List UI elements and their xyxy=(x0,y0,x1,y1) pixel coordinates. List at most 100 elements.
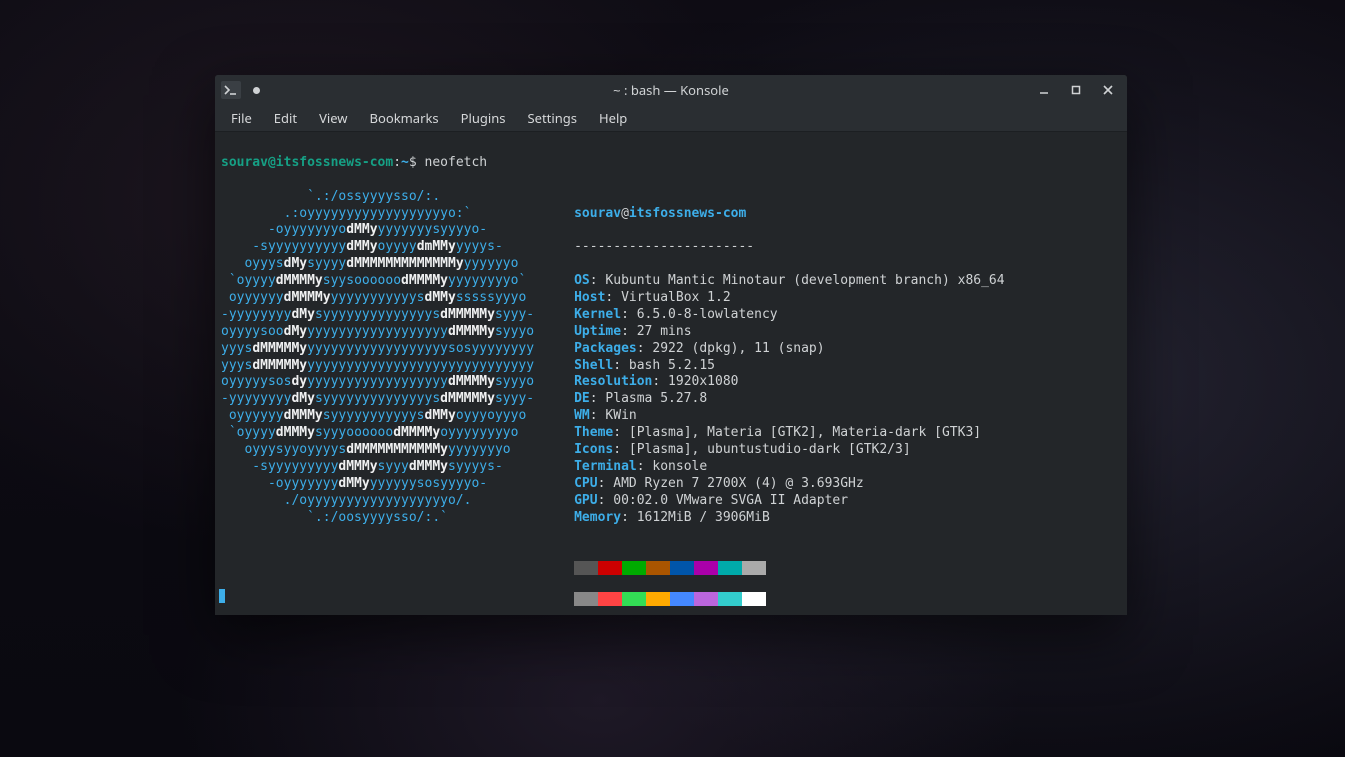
info-line: Resolution: 1920x1080 xyxy=(574,374,1004,391)
logo-line: ./oyyyyyyyyyyyyyyyyyyo/. xyxy=(221,493,534,510)
terminal-viewport[interactable]: sourav@itsfossnews-com:~$ neofetch `.:/o… xyxy=(215,132,1127,615)
menu-view[interactable]: View xyxy=(309,106,357,130)
prompt-sigil: $ xyxy=(409,155,425,170)
logo-line: .:oyyyyyyyyyyyyyyyyyyo:` xyxy=(221,206,534,223)
color-swatch xyxy=(718,561,742,575)
logo-line: oyyyyysosdyyyyyyyyyyyyyyyyyyydMMMMysyyyo xyxy=(221,374,534,391)
logo-line: oyyysdMysyyyydMMMMMMMMMMMMMyyyyyyyo xyxy=(221,256,534,273)
color-swatch xyxy=(622,561,646,575)
logo-line: -syyyyyyyyydMMMysyyydMMMysyyyys- xyxy=(221,459,534,476)
color-swatch xyxy=(670,592,694,606)
prompt-at: @ xyxy=(268,155,276,170)
desktop-wallpaper: ~ : bash — Konsole File Edit View xyxy=(0,0,1345,757)
prompt-path: ~ xyxy=(401,155,409,170)
menu-help[interactable]: Help xyxy=(589,106,637,130)
prompt-colon: : xyxy=(393,155,401,170)
info-line: Packages: 2922 (dpkg), 11 (snap) xyxy=(574,341,1004,358)
color-swatch xyxy=(646,561,670,575)
info-line: Theme: [Plasma], Materia [GTK2], Materia… xyxy=(574,425,1004,442)
info-key: Theme xyxy=(574,425,613,440)
info-value: : KWin xyxy=(590,408,637,423)
info-line: Shell: bash 5.2.15 xyxy=(574,358,1004,375)
color-swatch xyxy=(598,592,622,606)
scrollback-indicator xyxy=(219,589,225,603)
info-key: DE xyxy=(574,391,590,406)
info-line: OS: Kubuntu Mantic Minotaur (development… xyxy=(574,273,1004,290)
logo-line: `.:/oosyyyysso/:.` xyxy=(221,510,534,527)
info-key: Uptime xyxy=(574,324,621,339)
logo-line: `.:/ossyyyysso/:. xyxy=(221,189,534,206)
neofetch-output: `.:/ossyyyysso/:. .:oyyyyyyyyyyyyyyyyyyo… xyxy=(221,189,1121,615)
menu-file[interactable]: File xyxy=(221,106,262,130)
window-title: ~ : bash — Konsole xyxy=(215,81,1127,99)
color-swatch xyxy=(598,561,622,575)
info-line: Icons: [Plasma], ubuntustudio-dark [GTK2… xyxy=(574,442,1004,459)
info-line: Host: VirtualBox 1.2 xyxy=(574,290,1004,307)
color-swatch xyxy=(622,592,646,606)
info-value: : bash 5.2.15 xyxy=(613,358,715,373)
info-value: : 1920x1080 xyxy=(652,374,738,389)
color-swatches-row-2 xyxy=(574,592,1004,606)
info-value: : 27 mins xyxy=(621,324,691,339)
header-host: itsfossnews-com xyxy=(629,206,746,221)
info-value: : Kubuntu Mantic Minotaur (development b… xyxy=(590,273,1005,288)
info-key: WM xyxy=(574,408,590,423)
logo-line: -oyyyyyyyodMMyyyyyyyysyyyyo- xyxy=(221,222,534,239)
info-key: Icons xyxy=(574,442,613,457)
info-value: : [Plasma], ubuntustudio-dark [GTK2/3] xyxy=(613,442,910,457)
info-value: : Plasma 5.27.8 xyxy=(590,391,707,406)
info-key: Resolution xyxy=(574,374,652,389)
info-key: Memory xyxy=(574,510,621,525)
logo-line: `oyyyydMMMMysyysoooooodMMMMyyyyyyyyyo` xyxy=(221,273,534,290)
logo-line: oyyyyyydMMMysyyyyyyyyyyysdMMyoyyyoyyyo xyxy=(221,408,534,425)
info-line: DE: Plasma 5.27.8 xyxy=(574,391,1004,408)
info-line: GPU: 00:02.0 VMware SVGA II Adapter xyxy=(574,493,1004,510)
prompt-user: sourav xyxy=(221,155,268,170)
color-swatch xyxy=(694,592,718,606)
logo-line: -yyyyyyyydMysyyyyyyyyyyyyyysdMMMMMysyyy- xyxy=(221,391,534,408)
titlebar[interactable]: ~ : bash — Konsole xyxy=(215,75,1127,105)
terminal-app-icon xyxy=(221,81,241,99)
neofetch-header: sourav@itsfossnews-com xyxy=(574,206,1004,223)
logo-line: oyyysyyoyyyysdMMMMMMMMMMMyyyyyyyyo xyxy=(221,442,534,459)
info-line: Memory: 1612MiB / 3906MiB xyxy=(574,510,1004,527)
info-key: Kernel xyxy=(574,307,621,322)
logo-line: -oyyyyyyydMMyyyyyyysosyyyyo- xyxy=(221,476,534,493)
color-swatch xyxy=(574,592,598,606)
color-swatch xyxy=(742,561,766,575)
color-swatch xyxy=(574,561,598,575)
logo-line: -yyyyyyyydMysyyyyyyyyyyyyyysdMMMMMysyyy- xyxy=(221,307,534,324)
color-swatches-row-1 xyxy=(574,561,1004,575)
logo-line: yyysdMMMMMyyyyyyyyyyyyyyyyyyysosyyyyyyyy xyxy=(221,341,534,358)
prompt-line-1: sourav@itsfossnews-com:~$ neofetch xyxy=(221,155,1121,172)
info-line: Uptime: 27 mins xyxy=(574,324,1004,341)
menu-edit[interactable]: Edit xyxy=(264,106,307,130)
menu-bookmarks[interactable]: Bookmarks xyxy=(360,106,449,130)
menu-plugins[interactable]: Plugins xyxy=(451,106,516,130)
info-value: : 1612MiB / 3906MiB xyxy=(621,510,770,525)
header-user: sourav xyxy=(574,206,621,221)
neofetch-info-column: sourav@itsfossnews-com -----------------… xyxy=(574,189,1004,615)
color-swatch xyxy=(646,592,670,606)
menu-settings[interactable]: Settings xyxy=(518,106,587,130)
info-line: Kernel: 6.5.0-8-lowlatency xyxy=(574,307,1004,324)
info-key: Packages xyxy=(574,341,637,356)
neofetch-divider: ----------------------- xyxy=(574,239,1004,256)
info-line: CPU: AMD Ryzen 7 2700X (4) @ 3.693GHz xyxy=(574,476,1004,493)
minimize-button[interactable] xyxy=(1029,77,1059,103)
info-value: : 6.5.0-8-lowlatency xyxy=(621,307,778,322)
logo-line: -syyyyyyyyyydMMyoyyyydmMMyyyyys- xyxy=(221,239,534,256)
close-button[interactable] xyxy=(1093,77,1123,103)
konsole-window: ~ : bash — Konsole File Edit View xyxy=(215,75,1127,615)
color-swatch xyxy=(742,592,766,606)
maximize-button[interactable] xyxy=(1061,77,1091,103)
header-at: @ xyxy=(621,206,629,221)
info-value: : VirtualBox 1.2 xyxy=(605,290,730,305)
info-key: Shell xyxy=(574,358,613,373)
color-swatch xyxy=(670,561,694,575)
info-key: Host xyxy=(574,290,605,305)
menubar: File Edit View Bookmarks Plugins Setting… xyxy=(215,105,1127,132)
logo-line: `oyyyydMMMysyyyoooooodMMMMyoyyyyyyyyo xyxy=(221,425,534,442)
info-key: GPU xyxy=(574,493,597,508)
info-key: OS xyxy=(574,273,590,288)
